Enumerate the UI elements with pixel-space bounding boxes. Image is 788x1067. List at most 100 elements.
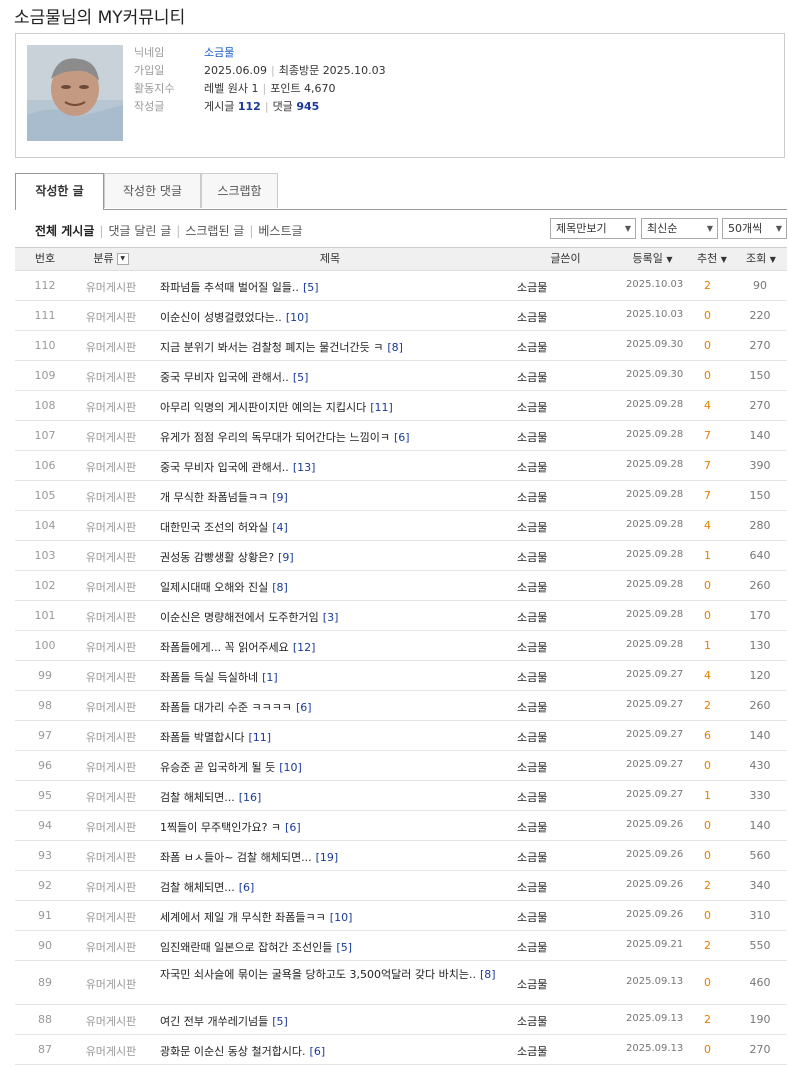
post-category[interactable]: 유머게시판: [75, 519, 147, 535]
filter-scrapped-posts[interactable]: 스크랩된 글: [185, 224, 244, 238]
post-category[interactable]: 유머게시판: [75, 789, 147, 805]
comment-count[interactable]: [6]: [296, 701, 312, 714]
post-author[interactable]: 소금물: [517, 1043, 547, 1059]
post-author[interactable]: 소금물: [517, 369, 547, 385]
comment-count[interactable]: [9]: [278, 551, 294, 564]
post-category[interactable]: 유머게시판: [75, 339, 147, 355]
post-title-cell[interactable]: 임진왜란때 일본으로 잡혀간 조선인들 [5]: [160, 939, 510, 955]
post-author[interactable]: 소금물: [517, 339, 547, 355]
post-category[interactable]: 유머게시판: [75, 369, 147, 385]
header-views-sort[interactable]: 조회 ▼: [741, 248, 781, 271]
post-author[interactable]: 소금물: [517, 729, 547, 745]
post-title[interactable]: 개 무식한 좌폼넘들ㅋㅋ: [160, 491, 268, 504]
post-author[interactable]: 소금물: [517, 279, 547, 295]
post-title-cell[interactable]: 좌폼들 대가리 수준 ㅋㅋㅋㅋ [6]: [160, 699, 510, 715]
tab-written-posts[interactable]: 작성한 글: [15, 173, 104, 210]
filter-commented-posts[interactable]: 댓글 달린 글: [108, 224, 171, 238]
post-category[interactable]: 유머게시판: [75, 429, 147, 445]
post-title[interactable]: 검찰 해체되면...: [160, 881, 235, 894]
post-category[interactable]: 유머게시판: [75, 1043, 147, 1059]
comment-count[interactable]: [10]: [330, 911, 353, 924]
post-title-cell[interactable]: 이순신이 성병걸렸었다는.. [10]: [160, 309, 510, 325]
comment-count[interactable]: [5]: [336, 941, 352, 954]
post-title[interactable]: 대한민국 조선의 허와실: [160, 521, 268, 534]
post-author[interactable]: 소금물: [517, 939, 547, 955]
post-title[interactable]: 좌폼들 득실 득실하네: [160, 671, 258, 684]
post-title-cell[interactable]: 권성동 감빵생활 상황은? [9]: [160, 549, 510, 565]
post-author[interactable]: 소금물: [517, 459, 547, 475]
post-category[interactable]: 유머게시판: [75, 976, 147, 992]
post-category[interactable]: 유머게시판: [75, 909, 147, 925]
post-title-cell[interactable]: 개 무식한 좌폼넘들ㅋㅋ [9]: [160, 489, 510, 505]
post-category[interactable]: 유머게시판: [75, 849, 147, 865]
comment-count[interactable]: [6]: [394, 431, 410, 444]
post-author[interactable]: 소금물: [517, 579, 547, 595]
post-category[interactable]: 유머게시판: [75, 459, 147, 475]
comment-count[interactable]: [13]: [293, 461, 316, 474]
post-title[interactable]: 좌폼 ㅂㅅ들아~ 검찰 해체되면...: [160, 851, 312, 864]
post-title-cell[interactable]: 여긴 전부 개쑤레기넘들 [5]: [160, 1013, 510, 1029]
post-title-cell[interactable]: 일제시대때 오해와 진실 [8]: [160, 579, 510, 595]
post-title[interactable]: 유게가 점점 우리의 독무대가 되어간다는 느낌이ㅋ: [160, 431, 390, 444]
post-author[interactable]: 소금물: [517, 669, 547, 685]
post-title-cell[interactable]: 좌폼들 박멸합시다 [11]: [160, 729, 510, 745]
post-author[interactable]: 소금물: [517, 519, 547, 535]
post-title[interactable]: 광화문 이순신 동상 철거합시다.: [160, 1045, 306, 1058]
post-title-cell[interactable]: 광화문 이순신 동상 철거합시다. [6]: [160, 1043, 510, 1059]
post-title[interactable]: 1찍들이 무주택인가요? ㅋ: [160, 821, 281, 834]
post-title-cell[interactable]: 1찍들이 무주택인가요? ㅋ [6]: [160, 819, 510, 835]
post-title[interactable]: 중국 무비자 입국에 관해서..: [160, 461, 289, 474]
post-title[interactable]: 이순신은 명량해전에서 도주한거임: [160, 611, 319, 624]
post-category[interactable]: 유머게시판: [75, 819, 147, 835]
post-title-cell[interactable]: 자국민 쇠사슬에 묶이는 굴욕을 당하고도 3,500억달러 갖다 바치는.. […: [160, 967, 515, 983]
filter-best-posts[interactable]: 베스트글: [258, 224, 302, 238]
post-title-cell[interactable]: 검찰 해체되면... [6]: [160, 879, 510, 895]
page-size-select[interactable]: 50개씩 ▼: [722, 218, 787, 239]
post-title[interactable]: 좌폼들에게... 꼭 읽어주세요: [160, 641, 289, 654]
post-title[interactable]: 지금 분위기 봐서는 검찰청 폐지는 물건너간듯 ㅋ: [160, 341, 383, 354]
comment-count[interactable]: [11]: [370, 401, 393, 414]
post-author[interactable]: 소금물: [517, 309, 547, 325]
post-title[interactable]: 이순신이 성병걸렸었다는..: [160, 311, 282, 324]
post-author[interactable]: 소금물: [517, 609, 547, 625]
comment-count[interactable]: [9]: [272, 491, 288, 504]
comment-count[interactable]: [12]: [293, 641, 316, 654]
post-category[interactable]: 유머게시판: [75, 489, 147, 505]
comment-count[interactable]: [8]: [272, 581, 288, 594]
post-title[interactable]: 좌폼들 박멸합시다: [160, 731, 244, 744]
comment-count[interactable]: [6]: [310, 1045, 326, 1058]
post-title-cell[interactable]: 좌파넘들 추석때 벌어질 일들.. [5]: [160, 279, 510, 295]
post-title[interactable]: 여긴 전부 개쑤레기넘들: [160, 1015, 268, 1028]
comment-count[interactable]: [11]: [248, 731, 271, 744]
post-category[interactable]: 유머게시판: [75, 579, 147, 595]
comment-count[interactable]: [16]: [239, 791, 262, 804]
comment-count[interactable]: [4]: [272, 521, 288, 534]
post-category[interactable]: 유머게시판: [75, 639, 147, 655]
post-title-cell[interactable]: 세계에서 제일 개 무식한 좌폼들ㅋㅋ [10]: [160, 909, 510, 925]
post-author[interactable]: 소금물: [517, 879, 547, 895]
post-category[interactable]: 유머게시판: [75, 1013, 147, 1029]
post-category[interactable]: 유머게시판: [75, 699, 147, 715]
comment-count[interactable]: [8]: [480, 968, 496, 981]
post-title-cell[interactable]: 유게가 점점 우리의 독무대가 되어간다는 느낌이ㅋ [6]: [160, 429, 510, 445]
post-title[interactable]: 아무리 익명의 게시판이지만 예의는 지킵시다: [160, 401, 366, 414]
post-author[interactable]: 소금물: [517, 399, 547, 415]
post-author[interactable]: 소금물: [517, 759, 547, 775]
comment-count[interactable]: [10]: [286, 311, 309, 324]
comment-count[interactable]: [5]: [272, 1015, 288, 1028]
post-title-cell[interactable]: 아무리 익명의 게시판이지만 예의는 지킵시다 [11]: [160, 399, 510, 415]
post-title-cell[interactable]: 검찰 해체되면... [16]: [160, 789, 510, 805]
post-category[interactable]: 유머게시판: [75, 669, 147, 685]
tab-scraps[interactable]: 스크랩함: [201, 173, 278, 208]
post-author[interactable]: 소금물: [517, 1013, 547, 1029]
post-title-cell[interactable]: 중국 무비자 입국에 관해서.. [5]: [160, 369, 510, 385]
post-title-cell[interactable]: 좌폼들 득실 득실하네 [1]: [160, 669, 510, 685]
post-author[interactable]: 소금물: [517, 549, 547, 565]
comment-count[interactable]: [10]: [279, 761, 302, 774]
post-title-cell[interactable]: 좌폼들에게... 꼭 읽어주세요 [12]: [160, 639, 510, 655]
comment-count[interactable]: [6]: [285, 821, 301, 834]
post-author[interactable]: 소금물: [517, 489, 547, 505]
post-category[interactable]: 유머게시판: [75, 549, 147, 565]
sort-select[interactable]: 최신순 ▼: [641, 218, 718, 239]
post-title[interactable]: 세계에서 제일 개 무식한 좌폼들ㅋㅋ: [160, 911, 326, 924]
